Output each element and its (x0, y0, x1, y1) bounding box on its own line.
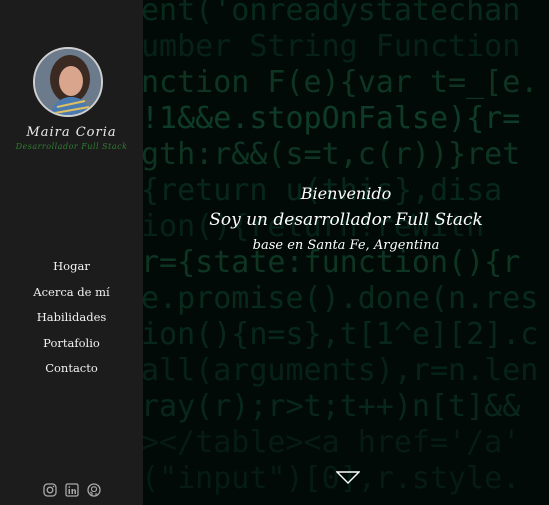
scroll-down-arrow-icon[interactable] (336, 471, 360, 485)
hero-headline: Soy un desarrollador Full Stack (209, 210, 483, 230)
nav-item-acerca[interactable]: Acerca de mí (0, 284, 143, 310)
avatar (33, 47, 103, 117)
nav-item-hogar[interactable]: Hogar (0, 258, 143, 284)
github-icon[interactable] (86, 482, 101, 497)
hero: ent('onreadystatechan umber String Funct… (143, 0, 549, 505)
profile-role: Desarrollador Full Stack (15, 142, 128, 151)
instagram-icon[interactable] (42, 482, 57, 497)
page: Maira Coria Desarrollador Full Stack Hog… (0, 0, 549, 505)
linkedin-icon[interactable] (64, 482, 79, 497)
hero-greeting: Bienvenido (300, 184, 392, 203)
main-nav: Hogar Acerca de mí Habilidades Portafoli… (0, 258, 143, 386)
nav-item-contacto[interactable]: Contacto (0, 360, 143, 386)
sidebar: Maira Coria Desarrollador Full Stack Hog… (0, 0, 143, 505)
social-links (0, 482, 143, 497)
nav-item-habilidades[interactable]: Habilidades (0, 309, 143, 335)
nav-item-portafolio[interactable]: Portafolio (0, 335, 143, 361)
hero-location: base en Santa Fe, Argentina (252, 238, 440, 253)
profile-name: Maira Coria (26, 125, 117, 140)
